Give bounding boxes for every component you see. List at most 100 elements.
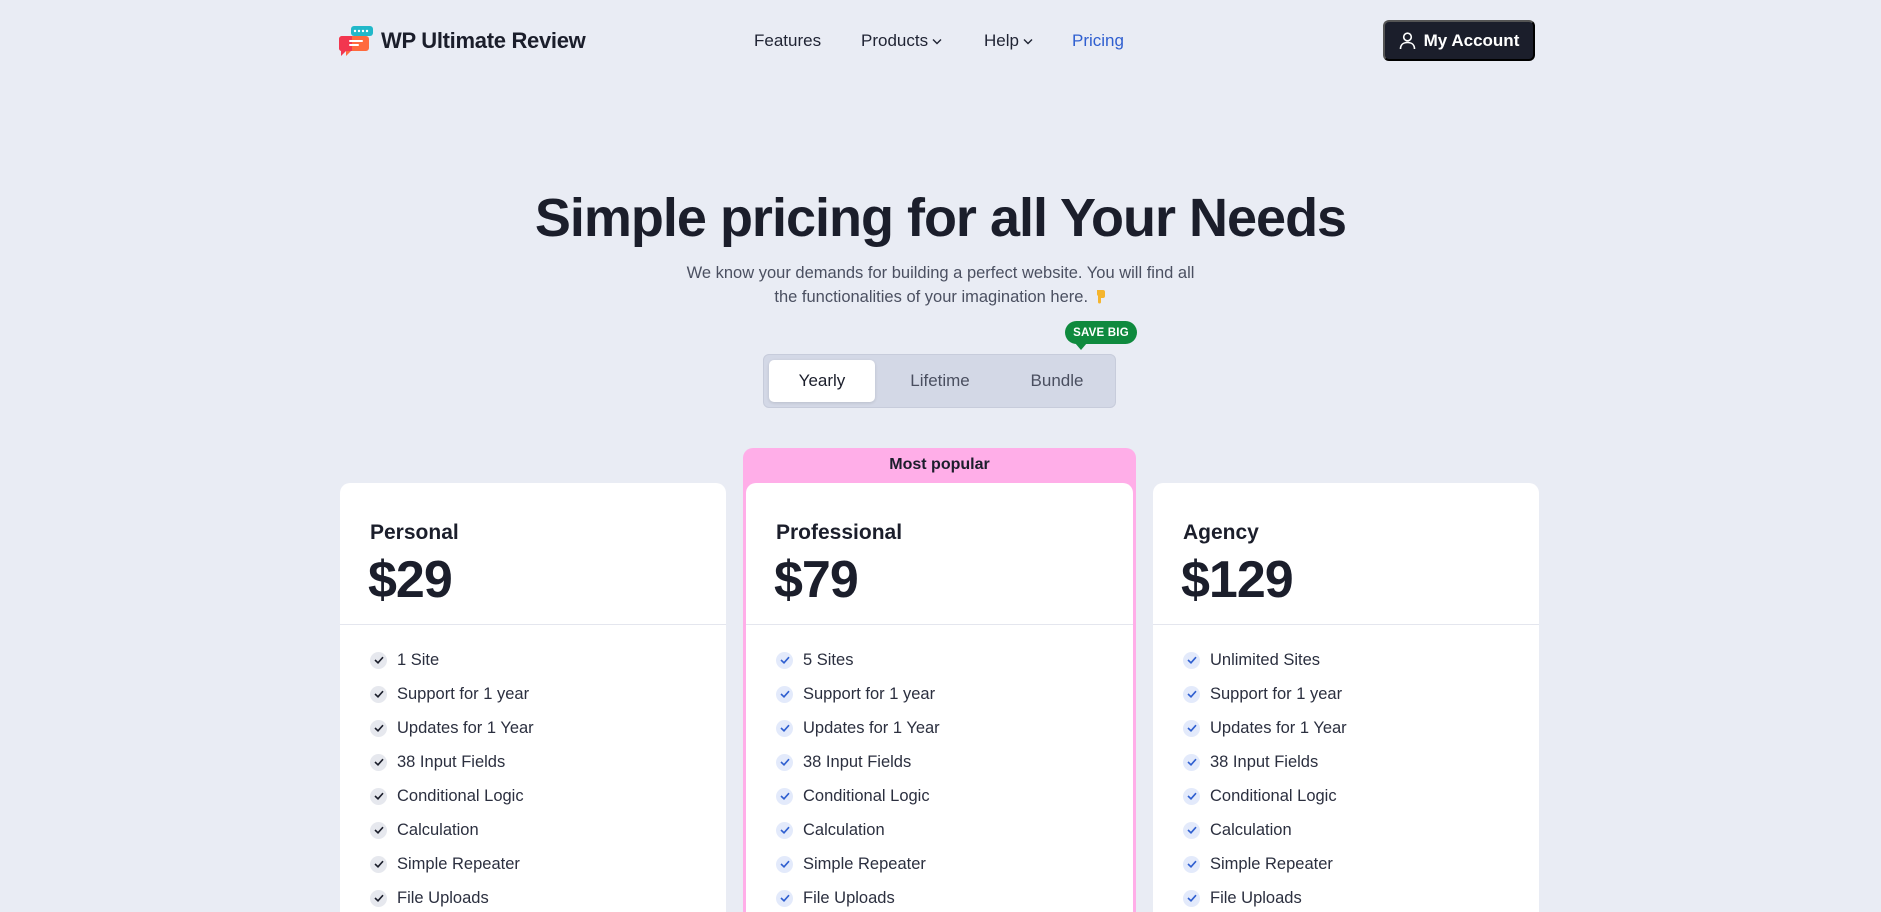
check-icon (776, 719, 793, 737)
billing-toggle: Yearly Lifetime Bundle (763, 354, 1116, 408)
feature-item: Calculation (1183, 813, 1347, 847)
save-big-badge: SAVE BIG (1065, 321, 1137, 350)
feature-list: 1 Site Support for 1 year Updates for 1 Ye… (370, 643, 534, 912)
card-divider (340, 624, 726, 625)
card-divider (746, 624, 1133, 625)
subtitle-line-2: the functionalities of your imagination … (774, 288, 1089, 306)
feature-item: File Uploads (1183, 881, 1347, 912)
toggle-yearly[interactable]: Yearly (769, 360, 875, 402)
check-icon (1183, 685, 1200, 703)
feature-label: 38 Input Fields (1210, 752, 1319, 771)
check-icon (776, 787, 793, 805)
check-icon (1183, 821, 1200, 839)
feature-item: 38 Input Fields (1183, 745, 1347, 779)
feature-label: 1 Site (397, 650, 440, 669)
feature-label: Support for 1 year (803, 684, 936, 703)
feature-label: Conditional Logic (803, 786, 930, 805)
feature-label: Simple Repeater (803, 854, 926, 873)
check-icon (1183, 855, 1200, 873)
toggle-bundle[interactable]: Bundle (1004, 360, 1110, 402)
nav-features[interactable]: Features (754, 28, 821, 54)
most-popular-label: Most popular (889, 456, 990, 473)
feature-item: Support for 1 year (1183, 677, 1347, 711)
feature-item: Support for 1 year (370, 677, 534, 711)
feature-item: Calculation (370, 813, 534, 847)
plan-name: Personal (370, 521, 459, 544)
feature-label: Simple Repeater (397, 854, 520, 873)
plan-price: $29 (368, 551, 453, 609)
feature-label: 38 Input Fields (803, 752, 912, 771)
check-icon (1183, 719, 1200, 737)
check-icon (776, 651, 793, 669)
page-title: Simple pricing for all Your Needs (534, 188, 1347, 248)
feature-item: 1 Site (370, 643, 534, 677)
feature-label: Support for 1 year (1210, 684, 1343, 703)
check-icon (1183, 889, 1200, 907)
feature-label: Calculation (397, 820, 479, 839)
plan-card-professional: Professional $79 5 Sites Support for 1 ye… (746, 483, 1133, 912)
feature-item: Updates for 1 Year (1183, 711, 1347, 745)
feature-label: 5 Sites (803, 650, 854, 669)
check-icon (370, 651, 387, 669)
check-icon (370, 889, 387, 907)
feature-label: Support for 1 year (397, 684, 530, 703)
feature-item: Conditional Logic (1183, 779, 1347, 813)
feature-label: Simple Repeater (1210, 854, 1333, 873)
feature-label: Conditional Logic (397, 786, 524, 805)
feature-item: Simple Repeater (776, 847, 940, 881)
check-icon (776, 821, 793, 839)
card-divider (1153, 624, 1539, 625)
check-icon (370, 719, 387, 737)
feature-item: File Uploads (370, 881, 534, 912)
page-subtitle: We know your demands for building a perf… (680, 261, 1201, 309)
check-icon (776, 889, 793, 907)
feature-item: Unlimited Sites (1183, 643, 1347, 677)
feature-label: Conditional Logic (1210, 786, 1337, 805)
feature-list: Unlimited Sites Support for 1 year Updates… (1183, 643, 1347, 912)
site-header: WP Ultimate Review Features Products Hel… (0, 0, 1881, 82)
my-account-label: My Account (1423, 30, 1520, 50)
plan-name: Professional (776, 521, 903, 544)
my-account-button[interactable]: My Account (1383, 20, 1535, 61)
feature-item: Updates for 1 Year (370, 711, 534, 745)
nav-products[interactable]: Products (861, 28, 942, 54)
feature-item: File Uploads (776, 881, 940, 912)
feature-label: 38 Input Fields (397, 752, 506, 771)
plan-card-agency: Agency $129 Unlimited Sites Support for 1… (1153, 483, 1539, 912)
feature-item: 38 Input Fields (776, 745, 940, 779)
subtitle-line-1: We know your demands for building a perf… (686, 264, 1195, 282)
feature-label: File Uploads (397, 888, 489, 907)
feature-item: Simple Repeater (1183, 847, 1347, 881)
check-icon (370, 821, 387, 839)
plan-card-personal: Personal $29 1 Site Support for 1 year Upd… (340, 483, 726, 912)
feature-label: Calculation (1210, 820, 1292, 839)
nav-help[interactable]: Help (984, 28, 1033, 54)
feature-label: Calculation (803, 820, 885, 839)
feature-item: Conditional Logic (370, 779, 534, 813)
plan-price: $79 (774, 551, 859, 609)
feature-list: 5 Sites Support for 1 year Updates for 1 Y… (776, 643, 940, 912)
nav-pricing[interactable]: Pricing (1072, 28, 1124, 54)
feature-label: Updates for 1 Year (397, 718, 534, 737)
check-icon (1183, 753, 1200, 771)
check-icon (370, 753, 387, 771)
chevron-down-icon (1023, 38, 1033, 44)
check-icon (1183, 787, 1200, 805)
feature-label: File Uploads (803, 888, 895, 907)
user-icon (1399, 31, 1415, 49)
nav-products-label: Products (861, 31, 929, 50)
feature-item: Simple Repeater (370, 847, 534, 881)
check-icon (776, 685, 793, 703)
feature-label: Unlimited Sites (1210, 650, 1321, 669)
plan-name: Agency (1183, 521, 1259, 544)
toggle-lifetime[interactable]: Lifetime (887, 360, 993, 402)
check-icon (370, 787, 387, 805)
check-icon (776, 753, 793, 771)
chevron-down-icon (932, 38, 942, 44)
nav-help-label: Help (984, 31, 1019, 50)
feature-item: Updates for 1 Year (776, 711, 940, 745)
pointing-down-hand-icon (1096, 290, 1105, 304)
feature-label: Updates for 1 Year (803, 718, 940, 737)
check-icon (370, 855, 387, 873)
check-icon (370, 685, 387, 703)
